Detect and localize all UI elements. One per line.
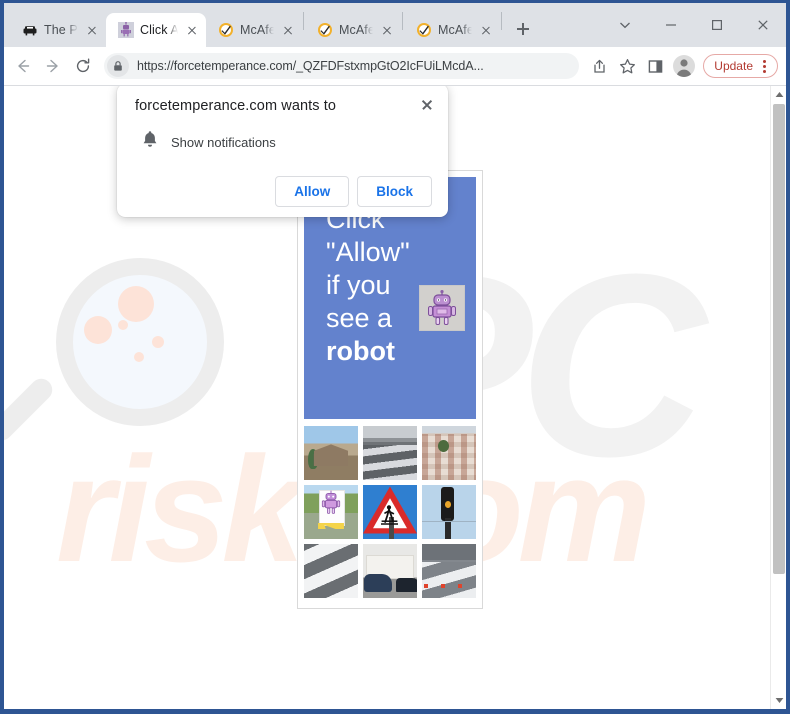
tab-click-allow[interactable]: Click A <box>106 13 206 47</box>
back-button[interactable] <box>8 51 38 81</box>
fake-captcha-grid[interactable] <box>304 426 476 602</box>
tab-title: McAfe <box>339 23 373 37</box>
tab-close-button[interactable] <box>478 22 494 38</box>
tab-title: Click A <box>140 23 178 37</box>
tab-separator <box>402 12 403 30</box>
robot-icon <box>118 22 134 38</box>
tab-mcafee-3[interactable]: McAfe <box>404 13 500 47</box>
site-lock-icon[interactable] <box>107 55 129 77</box>
chrome-browser: The Pi Click A McAfe McAfe McAfe https:/… <box>4 3 786 709</box>
captcha-tile-car-parked-by-house[interactable] <box>363 544 417 598</box>
captcha-tile-aerial-town-view[interactable] <box>422 426 476 480</box>
window-controls <box>602 3 786 47</box>
url-text: https://forcetemperance.com/_QZFDFstxmpG… <box>137 59 484 73</box>
tab-strip: The Pi Click A McAfe McAfe McAfe <box>4 3 786 47</box>
page-viewport: PC risk om Click "Allow" if you see a ro… <box>4 85 786 709</box>
scroll-down-arrow-icon[interactable] <box>771 692 786 709</box>
forward-button[interactable] <box>38 51 68 81</box>
tab-close-button[interactable] <box>184 22 200 38</box>
tab-mcafee-2[interactable]: McAfe <box>305 13 401 47</box>
power-line <box>422 520 476 522</box>
mcafee-shield-icon <box>416 22 432 38</box>
share-icon[interactable] <box>585 52 613 80</box>
bell-icon <box>141 130 159 154</box>
sofa-icon <box>22 22 38 38</box>
notification-permission-dialog: forcetemperance.com wants to Show notifi… <box>117 86 448 217</box>
page-scrollbar[interactable] <box>770 86 786 709</box>
scrollbar-thumb[interactable] <box>773 104 785 574</box>
update-button[interactable]: Update <box>703 54 778 78</box>
tab-title: The Pi <box>44 23 78 37</box>
browser-toolbar: https://forcetemperance.com/_QZFDFstxmpG… <box>4 47 786 85</box>
scroll-up-arrow-icon[interactable] <box>771 86 786 103</box>
browser-window-frame: The Pi Click A McAfe McAfe McAfe https:/… <box>0 0 790 714</box>
amber-lamp <box>444 501 452 509</box>
maximize-button[interactable] <box>694 3 740 47</box>
block-button[interactable]: Block <box>357 176 432 207</box>
permission-row: Show notifications <box>135 130 432 154</box>
side-panel-icon[interactable] <box>641 52 669 80</box>
permission-actions: Allow Block <box>135 176 432 207</box>
reload-button[interactable] <box>68 51 98 81</box>
allow-button[interactable]: Allow <box>275 176 350 207</box>
captcha-tile-houses-with-tree[interactable] <box>304 426 358 480</box>
tab-title: McAfe <box>438 23 472 37</box>
captcha-tile-crosswalk-with-cones[interactable] <box>422 544 476 598</box>
permission-label: Show notifications <box>171 134 276 150</box>
tab-title: McAfe <box>240 23 274 37</box>
captcha-tile-crosswalk-grayscale[interactable] <box>363 426 417 480</box>
captcha-tile-robot-poster-sign[interactable] <box>304 485 358 539</box>
magnifying-glass-watermark-icon <box>4 258 224 445</box>
captcha-tile-pedestrian-crossing-sign[interactable] <box>363 485 417 539</box>
three-dot-menu-icon[interactable] <box>757 59 771 73</box>
tab-mcafee-1[interactable]: McAfe <box>206 13 302 47</box>
pedestrian-glyph-icon <box>381 505 398 525</box>
robot-thumbnail-image <box>419 285 465 331</box>
mcafee-shield-icon <box>218 22 234 38</box>
permission-dialog-title: forcetemperance.com wants to <box>135 98 337 114</box>
tab-separator <box>501 12 502 30</box>
banner-line-5: robot <box>326 335 395 366</box>
star-icon[interactable] <box>613 52 641 80</box>
tab-separator <box>303 12 304 30</box>
tab-search-chevron-icon[interactable] <box>602 3 648 47</box>
close-icon[interactable] <box>416 94 438 116</box>
captcha-tile-traffic-light[interactable] <box>422 485 476 539</box>
tab-close-button[interactable] <box>280 22 296 38</box>
banner-line-2: "Allow" <box>326 236 410 267</box>
tab-close-button[interactable] <box>379 22 395 38</box>
address-bar[interactable]: https://forcetemperance.com/_QZFDFstxmpG… <box>104 53 580 79</box>
profile-avatar-button[interactable] <box>673 55 696 77</box>
minimize-button[interactable] <box>648 3 694 47</box>
robot-icon <box>321 490 341 515</box>
mcafee-shield-icon <box>317 22 333 38</box>
avatar-icon <box>676 59 692 77</box>
scam-content-card: Click "Allow" if you see a robot <box>297 170 483 609</box>
tab-the-pi[interactable]: The Pi <box>10 13 106 47</box>
watermark-text-risk: risk <box>56 425 305 593</box>
robot-icon <box>428 290 456 325</box>
captcha-tile-zebra-crossing-stripes[interactable] <box>304 544 358 598</box>
new-tab-button[interactable] <box>509 15 537 43</box>
update-label: Update <box>714 59 753 73</box>
close-button[interactable] <box>740 3 786 47</box>
tab-close-button[interactable] <box>84 22 100 38</box>
